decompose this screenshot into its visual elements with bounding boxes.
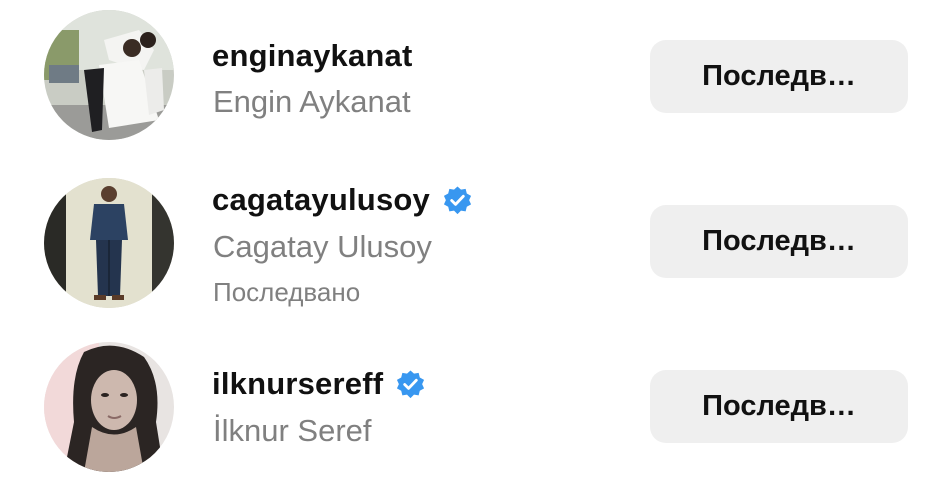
verified-badge-icon	[395, 369, 426, 400]
full-name: Engin Aykanat	[213, 84, 411, 119]
avatar[interactable]	[44, 178, 174, 308]
following-button[interactable]: Последв…	[650, 370, 908, 443]
verified-badge-icon	[442, 185, 473, 216]
following-button[interactable]: Последв…	[650, 40, 908, 113]
full-name: Cagatay Ulusoy	[213, 229, 432, 264]
full-name: İlknur Seref	[213, 413, 372, 448]
account-row[interactable]: cagatayulusoy Cagatay Ulusoy Последвано …	[0, 160, 945, 320]
avatar[interactable]	[44, 10, 174, 140]
username[interactable]: enginaykanat	[212, 38, 413, 74]
username[interactable]: ilknursereff	[212, 366, 383, 402]
avatar[interactable]	[44, 342, 174, 472]
man-standing-photo-avatar	[44, 178, 174, 308]
account-row[interactable]: ilknursereff İlknur Seref Последв…	[0, 330, 945, 490]
following-status: Последвано	[213, 277, 361, 307]
username[interactable]: cagatayulusoy	[212, 182, 430, 218]
woman-portrait-photo-avatar	[44, 342, 174, 472]
account-row[interactable]: enginaykanat Engin Aykanat Последв…	[0, 0, 945, 150]
couple-photo-avatar	[44, 10, 174, 140]
following-button[interactable]: Последв…	[650, 205, 908, 278]
